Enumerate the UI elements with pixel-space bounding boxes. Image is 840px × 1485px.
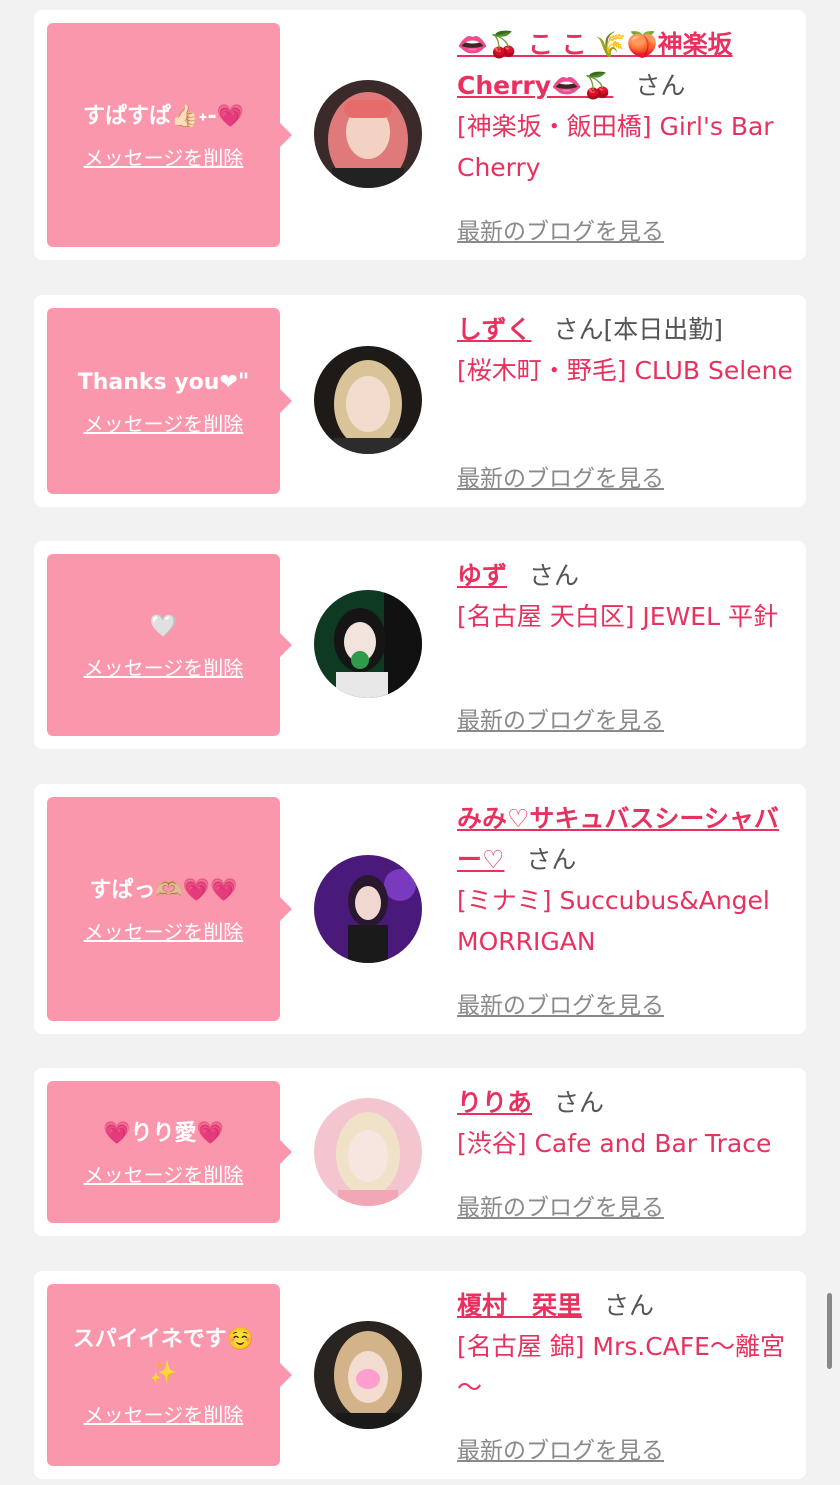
message-card: 💗りり愛💗 メッセージを削除 りりあ さん [渋谷] Cafe and Bar T… — [34, 1068, 806, 1236]
avatar[interactable] — [314, 1321, 422, 1429]
message-card: Thanks you❤︎" メッセージを削除 しずく さん[本日出勤] [桜木町・… — [34, 295, 806, 507]
shop-text: [神楽坂・飯田橋] Girl's Bar Cherry — [457, 112, 774, 182]
profile-name-link[interactable]: 榎村 栞里 — [457, 1291, 582, 1320]
delete-message-link[interactable]: メッセージを削除 — [84, 916, 244, 945]
latest-blog-link[interactable]: 最新のブログを見る — [457, 1188, 664, 1222]
delete-message-link[interactable]: メッセージを削除 — [84, 142, 244, 171]
avatar[interactable] — [314, 1098, 422, 1206]
message-text: Thanks you❤︎" — [77, 369, 250, 395]
honorific: さん — [604, 1291, 655, 1320]
profile-info: 榎村 栞里 さん [名古屋 錦] Mrs.CAFE～離宮～ 最新のブログを見る — [457, 1285, 794, 1467]
profile-info: 👄🍒 こ こ 🌾🍑神楽坂Cherry👄🍒 さん [神楽坂・飯田橋] Girl's … — [457, 24, 794, 248]
message-text: 🤍 — [149, 613, 178, 639]
message-bubble: すぱすぱ👍🏻˖-💗 メッセージを削除 — [47, 23, 292, 247]
avatar[interactable] — [314, 590, 422, 698]
shop-text: [渋谷] Cafe and Bar Trace — [457, 1129, 772, 1158]
honorific: さん — [526, 845, 577, 874]
profile-name-link[interactable]: 👄🍒 こ こ 🌾🍑神楽坂Cherry👄🍒 — [457, 30, 733, 100]
status-text: [本日出勤] — [603, 315, 724, 344]
latest-blog-link[interactable]: 最新のブログを見る — [457, 212, 664, 246]
scrollbar[interactable] — [827, 1293, 832, 1369]
delete-message-link[interactable]: メッセージを削除 — [84, 652, 244, 681]
message-text: すぱすぱ👍🏻˖-💗 — [82, 103, 245, 129]
honorific: さん — [554, 1088, 605, 1117]
latest-blog-link[interactable]: 最新のブログを見る — [457, 1431, 664, 1465]
message-card: すぱっ🫶🏼💗💗 メッセージを削除 みみ♡サキュバスシーシャバー♡ さん [ミナミ]… — [34, 784, 806, 1034]
profile-name-link[interactable]: しずく — [457, 315, 532, 344]
message-bubble: 🤍 メッセージを削除 — [47, 554, 292, 736]
message-card: スパイイネです☺️ ✨ メッセージを削除 榎村 栞里 さん [名古屋 錦] Mrs… — [34, 1271, 806, 1479]
message-text: 💗りり愛💗 — [103, 1120, 224, 1146]
latest-blog-link[interactable]: 最新のブログを見る — [457, 459, 664, 493]
honorific: さん — [529, 561, 580, 590]
profile-info: ゆず さん [名古屋 天白区] JEWEL 平針 最新のブログを見る — [457, 555, 794, 737]
avatar[interactable] — [314, 855, 422, 963]
profile-name-link[interactable]: みみ♡サキュバスシーシャバー♡ — [457, 804, 779, 874]
shop-text: [名古屋 天白区] JEWEL 平針 — [457, 602, 778, 631]
honorific: さん — [553, 315, 604, 344]
honorific: さん — [635, 71, 686, 100]
delete-message-link[interactable]: メッセージを削除 — [84, 1159, 244, 1188]
latest-blog-link[interactable]: 最新のブログを見る — [457, 986, 664, 1020]
shop-text: [名古屋 錦] Mrs.CAFE～離宮～ — [457, 1332, 785, 1402]
message-card: 🤍 メッセージを削除 ゆず さん [名古屋 天白区] JEWEL 平針 最新のブロ… — [34, 541, 806, 749]
latest-blog-link[interactable]: 最新のブログを見る — [457, 701, 664, 735]
delete-message-link[interactable]: メッセージを削除 — [84, 1399, 244, 1428]
message-bubble: 💗りり愛💗 メッセージを削除 — [47, 1081, 292, 1223]
profile-info: みみ♡サキュバスシーシャバー♡ さん [ミナミ] Succubus&Angel M… — [457, 798, 794, 1022]
profile-name-link[interactable]: りりあ — [457, 1088, 532, 1117]
message-bubble: Thanks you❤︎" メッセージを削除 — [47, 308, 292, 494]
shop-text: [桜木町・野毛] CLUB Selene — [457, 356, 793, 385]
shop-text: [ミナミ] Succubus&Angel MORRIGAN — [457, 886, 770, 956]
delete-message-link[interactable]: メッセージを削除 — [84, 408, 244, 437]
avatar[interactable] — [314, 346, 422, 454]
profile-info: しずく さん[本日出勤] [桜木町・野毛] CLUB Selene 最新のブログを… — [457, 309, 794, 495]
message-text: すぱっ🫶🏼💗💗 — [89, 877, 238, 903]
avatar[interactable] — [314, 80, 422, 188]
profile-info: りりあ さん [渋谷] Cafe and Bar Trace 最新のブログを見る — [457, 1082, 794, 1224]
message-bubble: スパイイネです☺️ ✨ メッセージを削除 — [47, 1284, 292, 1466]
message-list: すぱすぱ👍🏻˖-💗 メッセージを削除 👄🍒 こ こ 🌾🍑神楽坂Cherry👄🍒 さ… — [0, 0, 840, 1485]
profile-name-link[interactable]: ゆず — [457, 561, 507, 590]
message-bubble: すぱっ🫶🏼💗💗 メッセージを削除 — [47, 797, 292, 1021]
message-text: スパイイネです☺️ ✨ — [72, 1326, 255, 1386]
message-card: すぱすぱ👍🏻˖-💗 メッセージを削除 👄🍒 こ こ 🌾🍑神楽坂Cherry👄🍒 さ… — [34, 10, 806, 260]
